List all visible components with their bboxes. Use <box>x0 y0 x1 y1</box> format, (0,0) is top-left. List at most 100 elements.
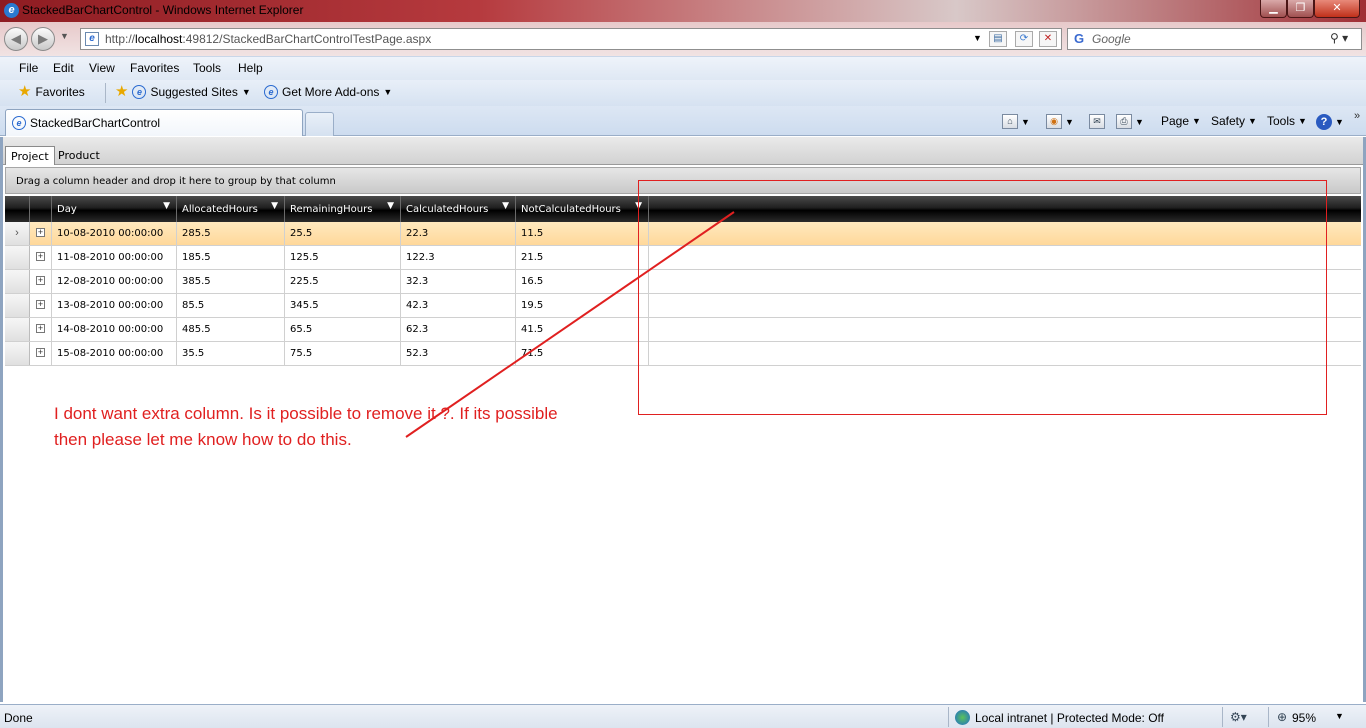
search-icon[interactable]: ⚲ ▾ <box>1330 31 1348 45</box>
row-indicator[interactable] <box>5 270 30 293</box>
cell-allocated-hours[interactable]: 485.5 <box>177 318 285 341</box>
recent-pages-dropdown-icon[interactable]: ▼ <box>60 31 69 41</box>
refresh-icon[interactable]: ⟳ <box>1015 31 1033 47</box>
chevron-right-icon[interactable]: » <box>1354 110 1360 122</box>
cell-calculated-hours[interactable]: 32.3 <box>401 270 516 293</box>
tools-menu-button[interactable]: Tools ▼ <box>1267 114 1307 128</box>
cell-day[interactable]: 13-08-2010 00:00:00 <box>52 294 177 317</box>
cell-allocated-hours[interactable]: 85.5 <box>177 294 285 317</box>
security-zone-label[interactable]: Local intranet | Protected Mode: Off <box>975 711 1164 725</box>
expand-plus-icon[interactable]: + <box>36 348 45 357</box>
forward-button[interactable]: ▶ <box>31 27 55 51</box>
row-indicator[interactable] <box>5 318 30 341</box>
filter-icon[interactable]: ▼ <box>387 201 394 211</box>
menu-view[interactable]: View <box>89 61 115 75</box>
chevron-down-icon[interactable]: ▼ <box>1335 711 1344 721</box>
cell-remaining-hours[interactable]: 225.5 <box>285 270 401 293</box>
cell-remaining-hours[interactable]: 25.5 <box>285 222 401 245</box>
cell-allocated-hours[interactable]: 385.5 <box>177 270 285 293</box>
page-menu-label: Page <box>1161 114 1190 128</box>
cell-calculated-hours[interactable]: 52.3 <box>401 342 516 365</box>
cell-not-calculated-hours[interactable]: 16.5 <box>516 270 649 293</box>
cell-day[interactable]: 15-08-2010 00:00:00 <box>52 342 177 365</box>
cell-not-calculated-hours[interactable]: 11.5 <box>516 222 649 245</box>
column-header-day[interactable]: Day ▼ <box>52 196 177 222</box>
page-icon: e <box>85 32 99 46</box>
cell-day[interactable]: 14-08-2010 00:00:00 <box>52 318 177 341</box>
print-button[interactable]: ⎙ ▼ <box>1116 114 1144 129</box>
cell-remaining-hours[interactable]: 75.5 <box>285 342 401 365</box>
cell-not-calculated-hours[interactable]: 21.5 <box>516 246 649 269</box>
expand-plus-icon[interactable]: + <box>36 228 45 237</box>
close-button[interactable]: ✕ <box>1314 0 1360 18</box>
expand-plus-icon[interactable]: + <box>36 252 45 261</box>
row-indicator[interactable] <box>5 342 30 365</box>
page-menu-button[interactable]: Page ▼ <box>1161 114 1201 128</box>
favorites-button[interactable]: ★ Favorites <box>18 83 85 100</box>
cell-allocated-hours[interactable]: 185.5 <box>177 246 285 269</box>
cell-day[interactable]: 12-08-2010 00:00:00 <box>52 270 177 293</box>
tab-product[interactable]: Product <box>53 146 105 165</box>
annotation-box <box>638 180 1327 415</box>
stop-icon[interactable]: ✕ <box>1039 31 1057 47</box>
expand-plus-icon[interactable]: + <box>36 300 45 309</box>
menu-tools[interactable]: Tools <box>193 61 221 75</box>
expand-plus-icon[interactable]: + <box>36 324 45 333</box>
cell-calculated-hours[interactable]: 22.3 <box>401 222 516 245</box>
new-tab-button[interactable] <box>305 112 334 136</box>
compatibility-view-icon[interactable]: ▤ <box>989 31 1007 47</box>
feeds-button[interactable]: ◉ ▼ <box>1046 114 1074 129</box>
back-button[interactable]: ◀ <box>4 27 28 51</box>
favorites-label: Favorites <box>35 85 85 99</box>
cell-remaining-hours[interactable]: 125.5 <box>285 246 401 269</box>
protected-mode-icon[interactable]: ⚙▾ <box>1230 710 1247 724</box>
menu-help[interactable]: Help <box>238 61 263 75</box>
cell-day[interactable]: 10-08-2010 00:00:00 <box>52 222 177 245</box>
cell-not-calculated-hours[interactable]: 41.5 <box>516 318 649 341</box>
favorites-bar: ★ Favorites ★ e Suggested Sites ▼ e Get … <box>0 80 1366 106</box>
column-header-allocated-hours[interactable]: AllocatedHours ▼ <box>177 196 285 222</box>
address-bar[interactable]: e http://localhost:49812/StackedBarChart… <box>80 28 1062 50</box>
home-button[interactable]: ⌂ ▼ <box>1002 114 1030 129</box>
cell-remaining-hours[interactable]: 65.5 <box>285 318 401 341</box>
browser-tab[interactable]: e StackedBarChartControl <box>5 109 303 136</box>
read-mail-button[interactable]: ✉ <box>1089 114 1105 129</box>
help-button[interactable]: ? ▼ <box>1316 114 1344 130</box>
column-header-not-calculated-hours[interactable]: NotCalculatedHours ▼ <box>516 196 649 222</box>
cell-calculated-hours[interactable]: 122.3 <box>401 246 516 269</box>
get-addons-button[interactable]: e Get More Add-ons ▼ <box>264 85 392 99</box>
row-indicator[interactable] <box>5 246 30 269</box>
star-icon: ★ <box>18 83 32 100</box>
annotation-line: I dont want extra column. Is it possible… <box>54 404 558 423</box>
cell-allocated-hours[interactable]: 35.5 <box>177 342 285 365</box>
filter-icon[interactable]: ▼ <box>163 201 170 211</box>
row-indicator[interactable]: › <box>5 222 30 245</box>
safety-menu-button[interactable]: Safety ▼ <box>1211 114 1257 128</box>
tab-project[interactable]: Project <box>5 146 55 165</box>
menu-favorites[interactable]: Favorites <box>130 61 179 75</box>
address-url[interactable]: http://localhost:49812/StackedBarChartCo… <box>105 32 431 46</box>
column-header-label: CalculatedHours <box>406 204 489 215</box>
row-indicator[interactable] <box>5 294 30 317</box>
cell-calculated-hours[interactable]: 42.3 <box>401 294 516 317</box>
column-header-calculated-hours[interactable]: CalculatedHours ▼ <box>401 196 516 222</box>
cell-calculated-hours[interactable]: 62.3 <box>401 318 516 341</box>
cell-not-calculated-hours[interactable]: 71.5 <box>516 342 649 365</box>
zoom-level[interactable]: 95% <box>1292 711 1316 725</box>
search-input[interactable]: G Google ⚲ ▾ <box>1067 28 1362 50</box>
expand-plus-icon[interactable]: + <box>36 276 45 285</box>
suggested-sites-button[interactable]: ★ e Suggested Sites ▼ <box>115 84 251 99</box>
address-dropdown-icon[interactable]: ▼ <box>973 33 982 43</box>
filter-icon[interactable]: ▼ <box>502 201 509 211</box>
cell-remaining-hours[interactable]: 345.5 <box>285 294 401 317</box>
cell-day[interactable]: 11-08-2010 00:00:00 <box>52 246 177 269</box>
expand-cell: + <box>30 246 52 269</box>
filter-icon[interactable]: ▼ <box>271 201 278 211</box>
menu-file[interactable]: File <box>19 61 38 75</box>
cell-not-calculated-hours[interactable]: 19.5 <box>516 294 649 317</box>
column-header-remaining-hours[interactable]: RemainingHours ▼ <box>285 196 401 222</box>
menu-edit[interactable]: Edit <box>53 61 74 75</box>
maximize-button[interactable]: ❐ <box>1287 0 1314 18</box>
cell-allocated-hours[interactable]: 285.5 <box>177 222 285 245</box>
minimize-button[interactable]: ▁ <box>1260 0 1287 18</box>
